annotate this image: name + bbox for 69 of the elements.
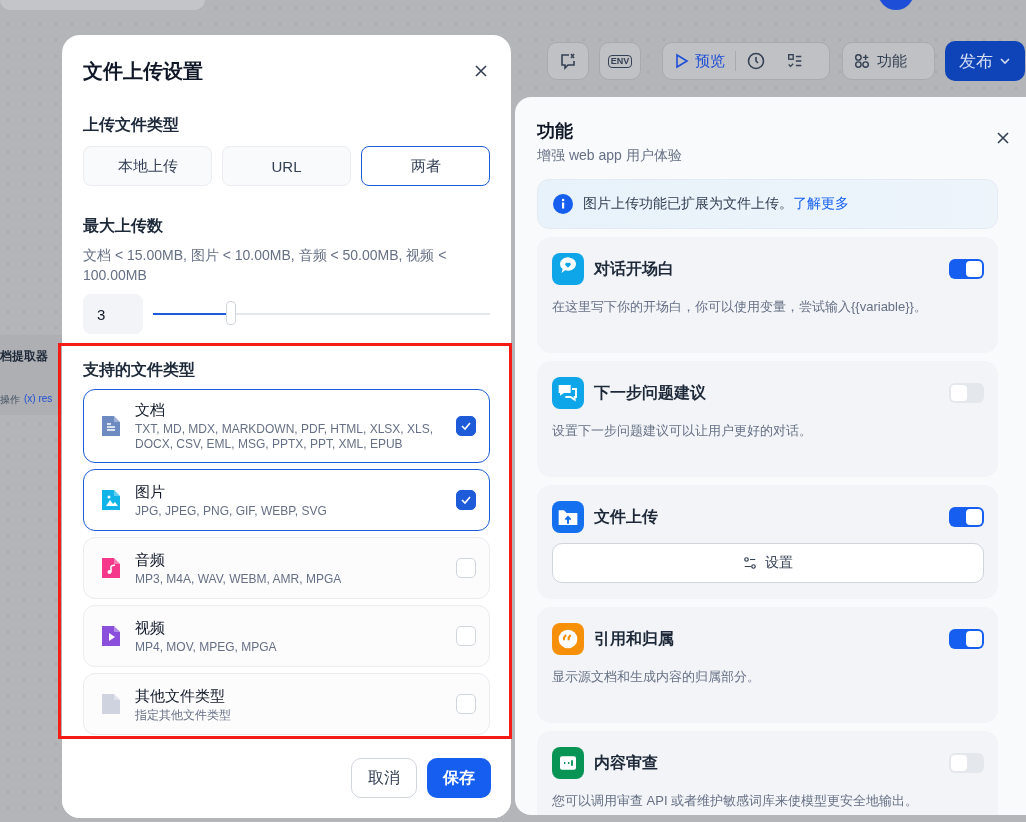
feature-title: 引用和归属 — [594, 628, 675, 649]
upload-method-option[interactable]: 两者 — [361, 146, 490, 186]
checkbox[interactable] — [456, 416, 476, 436]
grid-plus-icon — [853, 52, 871, 70]
feature-description: 在这里写下你的开场白，你可以使用变量，尝试输入{{variable}}。 — [552, 298, 928, 316]
check-icon — [460, 494, 472, 506]
number-field[interactable]: 3 — [83, 294, 143, 334]
video-file-icon — [101, 625, 121, 647]
folder-upload-icon — [552, 501, 584, 533]
info-text: 图片上传功能已扩展为文件上传。了解更多 — [583, 195, 849, 213]
learn-more-link[interactable]: 了解更多 — [793, 195, 849, 211]
slider-thumb[interactable] — [225, 301, 236, 325]
caret-icon — [999, 55, 1011, 67]
node-title: 档提取器 — [0, 348, 48, 365]
file-extensions: JPG, JPEG, PNG, GIF, WEBP, SVG — [135, 503, 328, 519]
file-type-option[interactable]: 图片 JPG, JPEG, PNG, GIF, WEBP, SVG — [83, 469, 490, 531]
feature-description: 显示源文档和生成内容的归属部分。 — [552, 668, 761, 686]
feature-title: 下一步问题建议 — [594, 382, 707, 403]
file-type-option[interactable]: 文档 TXT, MD, MDX, MARKDOWN, PDF, HTML, XLSX, XLS, DOCX, CSV, EML, MSG, PPTX, PPT, XML, EPUB — [83, 389, 490, 463]
checkbox[interactable] — [456, 490, 476, 510]
file-type-name: 图片 — [135, 481, 166, 502]
feature-description: 设置下一步问题建议可以让用户更好的对话。 — [552, 422, 813, 440]
breadcrumb-item: 操作 — [0, 393, 20, 407]
toggle-switch[interactable] — [949, 629, 984, 649]
file-extensions: TXT, MD, MDX, MARKDOWN, PDF, HTML, XLSX, XLS, DOCX, CSV, EML, MSG, PPTX, PPT, XML, EPUB — [135, 422, 435, 452]
document-file-icon — [101, 415, 121, 437]
section-label: 支持的文件类型 — [83, 361, 195, 378]
toggle-switch[interactable] — [949, 753, 984, 773]
dialog-title: 文件上传设置 — [83, 58, 203, 84]
upload-method-option[interactable]: 本地上传 — [83, 146, 212, 186]
feature-title: 文件上传 — [594, 506, 659, 527]
breadcrumb-item: (x) res — [24, 393, 53, 406]
file-type-name: 其他文件类型 — [135, 685, 226, 706]
toggle-switch[interactable] — [949, 507, 984, 527]
sliders-icon — [743, 556, 757, 570]
publish-button[interactable]: 发布 — [945, 41, 1025, 81]
file-extensions: MP3, M4A, WAV, WEBM, AMR, MPGA — [135, 571, 343, 587]
image-file-icon — [101, 489, 121, 511]
cancel-button[interactable]: 取消 — [351, 758, 417, 798]
audio-file-icon — [101, 557, 121, 579]
save-button[interactable]: 保存 — [427, 758, 491, 798]
file-file-icon — [101, 693, 121, 715]
section-label: 最大上传数 — [83, 217, 163, 234]
file-type-option[interactable]: 视频 MP4, MOV, MPEG, MPGA — [83, 605, 490, 667]
file-type-name: 文档 — [135, 400, 166, 420]
chat-bubbles-icon — [552, 377, 584, 409]
size-limits-text: 文档 < 15.00MB, 图片 < 10.00MB, 音频 < 50.00MB, 视频 < 100.00MB — [83, 246, 448, 285]
toggle-switch[interactable] — [949, 383, 984, 403]
feature-title: 内容审查 — [594, 752, 659, 773]
file-type-name: 音频 — [135, 549, 166, 570]
upload-method-option[interactable]: URL — [222, 146, 351, 186]
panel-title: 功能 — [537, 120, 574, 143]
info-icon — [553, 194, 573, 214]
play-icon — [673, 53, 689, 69]
moderation-icon — [552, 747, 584, 779]
file-extensions: MP4, MOV, MPEG, MPGA — [135, 639, 278, 655]
file-type-option[interactable]: 音频 MP3, M4A, WAV, WEBM, AMR, MPGA — [83, 537, 490, 599]
file-type-option[interactable]: 其他文件类型 指定其他文件类型 — [83, 673, 490, 735]
file-extensions: 指定其他文件类型 — [135, 707, 232, 723]
quote-icon — [552, 623, 584, 655]
feature-title: 对话开场白 — [594, 258, 675, 279]
file-type-name: 视频 — [135, 617, 166, 638]
env-button[interactable]: ENV — [607, 54, 633, 68]
section-label: 上传文件类型 — [83, 116, 179, 133]
toggle-switch[interactable] — [949, 259, 984, 279]
check-icon — [460, 420, 472, 432]
panel-subtitle: 增强 web app 用户体验 — [537, 147, 682, 165]
feature-description: 您可以调用审查 API 或者维护敏感词库来使模型更安全地输出。 — [552, 792, 920, 810]
settings-button[interactable]: 设置 — [552, 543, 984, 583]
